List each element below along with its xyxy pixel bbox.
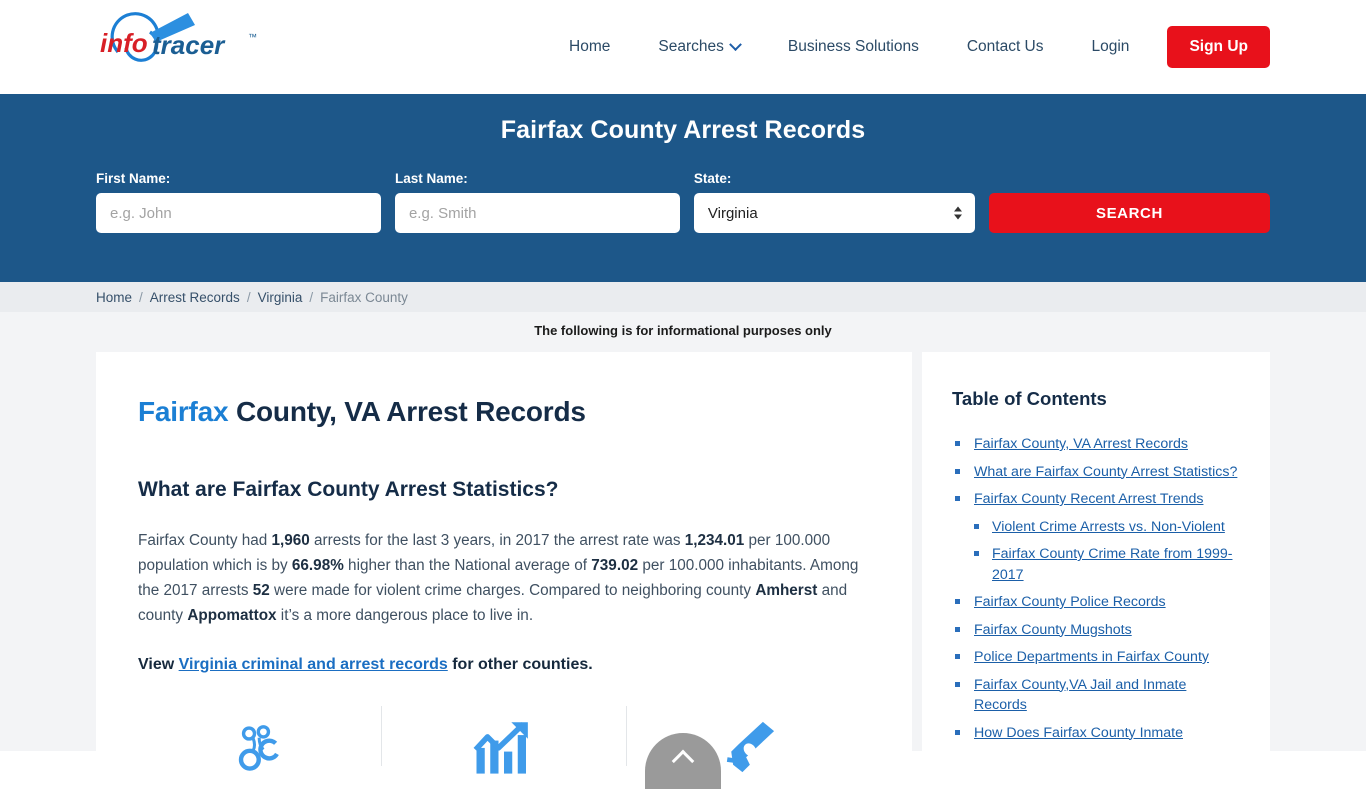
toc-link-arrest-records[interactable]: Fairfax County, VA Arrest Records: [974, 436, 1188, 452]
handcuffs-icon: [238, 725, 280, 771]
breadcrumb-separator: /: [246, 289, 251, 305]
stat-icon-row: [138, 706, 870, 774]
nav-item-login[interactable]: Login: [1068, 38, 1154, 56]
toc-item: Fairfax County Police Records: [952, 592, 1240, 613]
icon-cell-handcuffs: [138, 706, 381, 771]
toc-subitem: Fairfax County Crime Rate from 1999-2017: [952, 544, 1240, 585]
arrest-search-form: First Name: Last Name: State: Virginia S…: [0, 171, 1366, 233]
infotracer-logo[interactable]: info tracer ™: [96, 8, 276, 78]
breadcrumb-separator: /: [309, 289, 314, 305]
chevron-up-icon: [671, 749, 695, 773]
breadcrumb: Home / Arrest Records / Virginia / Fairf…: [0, 282, 1366, 312]
breadcrumb-item-current: Fairfax County: [320, 289, 408, 305]
para-seg: were made for violent crime charges. Com…: [269, 582, 756, 599]
site-header: info tracer ™ Home Searches Business Sol…: [0, 0, 1366, 94]
search-banner: Fairfax County Arrest Records First Name…: [0, 94, 1366, 282]
stat-percent-higher: 66.98%: [291, 557, 344, 574]
toc-item: Fairfax County, VA Arrest Records: [952, 434, 1240, 455]
toc-link-violent-vs-nonviolent[interactable]: Violent Crime Arrests vs. Non-Violent: [992, 519, 1225, 535]
state-select-wrap: Virginia: [693, 193, 975, 233]
para-seg: it’s a more dangerous place to live in.: [276, 607, 534, 624]
toc-link-recent-arrest-trends[interactable]: Fairfax County Recent Arrest Trends: [974, 491, 1203, 507]
section-heading-statistics: What are Fairfax County Arrest Statistic…: [138, 478, 559, 501]
view-suffix: for other counties.: [447, 656, 593, 673]
toc-item: Police Departments in Fairfax County: [952, 647, 1240, 668]
toc-item: Fairfax County,VA Jail and Inmate Record…: [952, 675, 1240, 716]
last-name-group: Last Name:: [394, 171, 680, 233]
nav-label: Searches: [658, 38, 724, 55]
breadcrumb-item-virginia[interactable]: Virginia: [258, 290, 303, 305]
page-title: Fairfax County, VA Arrest Records: [138, 396, 870, 428]
nav-label: Business Solutions: [787, 38, 919, 55]
toc-link-arrest-statistics[interactable]: What are Fairfax County Arrest Statistic…: [974, 464, 1237, 480]
informational-notice: The following is for informational purpo…: [534, 323, 832, 338]
toc-item: How Does Fairfax County Inmate: [952, 723, 1240, 744]
nav-label: Login: [1091, 38, 1130, 55]
chevron-down-icon: [728, 37, 742, 51]
last-name-label: Last Name:: [394, 171, 468, 186]
toc-item: What are Fairfax County Arrest Statistic…: [952, 462, 1240, 483]
para-seg: higher than the National average of: [343, 557, 592, 574]
main-navigation: Home Searches Business Solutions Contact…: [545, 0, 1270, 94]
toc-subitem: Violent Crime Arrests vs. Non-Violent: [952, 517, 1240, 538]
sign-up-button[interactable]: Sign Up: [1167, 26, 1270, 68]
toc-item: Fairfax County Recent Arrest Trends: [952, 489, 1240, 510]
page-title-rest: County, VA Arrest Records: [228, 396, 586, 427]
svg-text:™: ™: [248, 32, 257, 42]
toc-link-police-departments[interactable]: Police Departments in Fairfax County: [974, 649, 1209, 665]
toc-list: Fairfax County, VA Arrest Records What a…: [952, 434, 1240, 743]
breadcrumb-item-arrest-records[interactable]: Arrest Records: [150, 290, 240, 305]
search-button[interactable]: SEARCH: [988, 193, 1270, 233]
toc-link-jail-inmate-records[interactable]: Fairfax County,VA Jail and Inmate Record…: [974, 677, 1186, 714]
first-name-input[interactable]: [96, 193, 381, 233]
nav-label: Home: [569, 38, 611, 55]
stat-total-arrests: 1,960: [271, 532, 310, 549]
last-name-input[interactable]: [394, 193, 680, 233]
page-body: The following is for informational purpo…: [0, 312, 1366, 774]
content-columns: Fairfax County, VA Arrest Records What a…: [0, 352, 1366, 774]
table-of-contents-card: Table of Contents Fairfax County, VA Arr…: [922, 352, 1270, 769]
view-other-counties-line: View Virginia criminal and arrest record…: [138, 656, 870, 674]
virginia-records-link[interactable]: Virginia criminal and arrest records: [179, 656, 448, 673]
neighbor-county-2: Appomattox: [187, 607, 277, 624]
view-prefix: View: [138, 656, 179, 673]
stat-violent-arrests: 52: [252, 582, 270, 599]
banner-title: Fairfax County Arrest Records: [500, 116, 866, 144]
toc-link-inmate-search[interactable]: How Does Fairfax County Inmate: [974, 725, 1183, 741]
breadcrumb-item-home[interactable]: Home: [96, 290, 132, 305]
para-seg: Fairfax County had: [138, 532, 272, 549]
first-name-group: First Name:: [96, 171, 381, 233]
logo-svg: info tracer ™: [100, 12, 257, 62]
state-label: State:: [693, 171, 732, 186]
page-title-highlight: Fairfax: [138, 396, 229, 427]
nav-item-searches[interactable]: Searches: [634, 37, 763, 56]
toc-link-police-records[interactable]: Fairfax County Police Records: [974, 594, 1166, 610]
toc-title: Table of Contents: [952, 388, 1107, 409]
toc-link-mugshots[interactable]: Fairfax County Mugshots: [974, 622, 1132, 638]
state-select[interactable]: Virginia: [693, 193, 975, 233]
icon-cell-trending-chart: [381, 706, 625, 774]
breadcrumb-separator: /: [139, 289, 143, 305]
main-content-card: Fairfax County, VA Arrest Records What a…: [96, 352, 912, 774]
nav-item-home[interactable]: Home: [545, 38, 634, 56]
state-group: State: Virginia: [693, 171, 975, 233]
first-name-label: First Name:: [96, 171, 171, 186]
handgun-icon: [727, 721, 775, 773]
stat-national-average: 739.02: [591, 557, 639, 574]
nav-label: Contact Us: [966, 38, 1044, 55]
para-seg: arrests for the last 3 years, in 2017 th…: [309, 532, 685, 549]
svg-text:info: info: [100, 28, 148, 58]
toc-item: Fairfax County Mugshots: [952, 620, 1240, 641]
svg-text:tracer: tracer: [152, 30, 226, 60]
nav-item-business-solutions[interactable]: Business Solutions: [764, 38, 943, 56]
trending-chart-icon: [473, 722, 528, 774]
neighbor-county-1: Amherst: [755, 582, 818, 599]
nav-item-contact-us[interactable]: Contact Us: [943, 38, 1068, 56]
toc-link-crime-rate-1999-2017[interactable]: Fairfax County Crime Rate from 1999-2017: [992, 546, 1232, 583]
stat-arrest-rate: 1,234.01: [684, 532, 745, 549]
statistics-paragraph: Fairfax County had 1,960 arrests for the…: [138, 528, 868, 628]
